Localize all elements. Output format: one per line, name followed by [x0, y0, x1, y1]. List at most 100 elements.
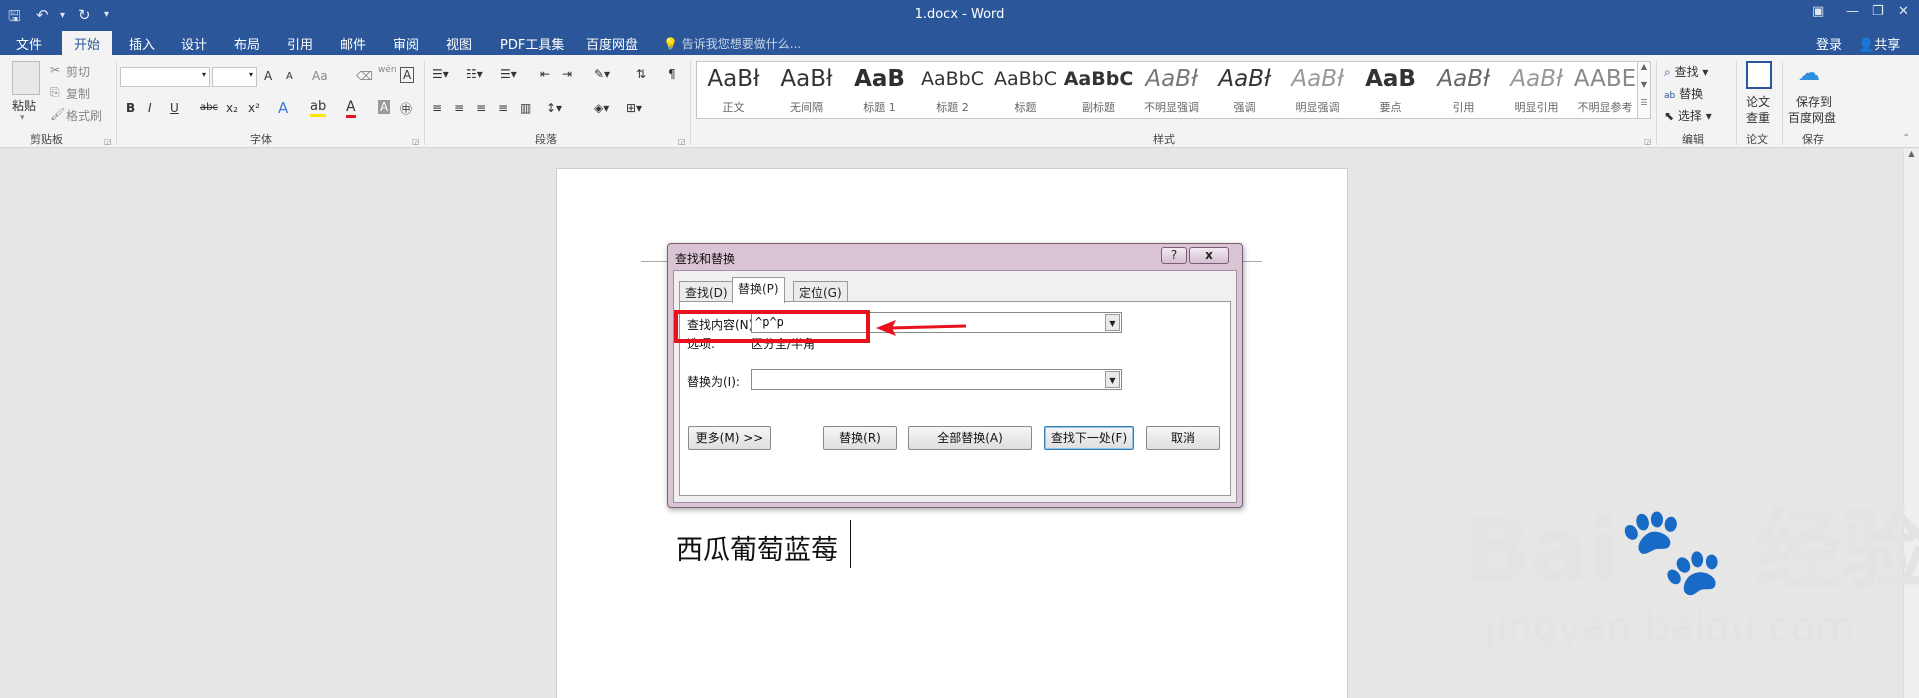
font-launcher-icon[interactable]: ◲	[412, 137, 420, 146]
collapse-ribbon-icon[interactable]: ⌃	[1902, 133, 1910, 144]
format-painter-button[interactable]: 格式刷	[66, 107, 102, 124]
close-icon[interactable]: ✕	[1898, 4, 1909, 19]
bold-icon[interactable]: B	[126, 101, 135, 115]
tell-me-box[interactable]: 💡 告诉我您想要做什么...	[663, 35, 801, 52]
copy-icon[interactable]: ⎘	[50, 85, 60, 100]
multilevel-list-icon[interactable]: ☰▾	[500, 67, 517, 81]
tab-pdf-tools[interactable]: PDF工具集	[500, 34, 564, 53]
shrink-font-icon[interactable]: A	[286, 71, 293, 82]
tab-home[interactable]: 开始	[62, 31, 113, 55]
char-shading-icon[interactable]: A	[378, 100, 391, 114]
ribbon-display-icon[interactable]: ▣	[1812, 4, 1824, 19]
find-what-dropdown-icon[interactable]: ▼	[1105, 314, 1120, 331]
style-item[interactable]: AaBł 正文	[697, 64, 770, 118]
paste-button[interactable]: 粘贴	[12, 97, 36, 114]
clipboard-launcher-icon[interactable]: ◲	[104, 137, 112, 146]
tab-replace[interactable]: 替换(P)	[732, 277, 785, 303]
style-item[interactable]: AaBł 强调	[1208, 64, 1281, 118]
paste-dropdown-icon[interactable]: ▾	[20, 113, 25, 123]
document-text[interactable]: 西瓜葡萄蓝莓	[676, 528, 838, 567]
tab-references[interactable]: 引用	[287, 34, 313, 53]
copy-button[interactable]: 复制	[66, 85, 90, 102]
tab-goto[interactable]: 定位(G)	[793, 281, 848, 302]
replace-button[interactable]: ab 替换	[1664, 85, 1703, 102]
tab-insert[interactable]: 插入	[129, 34, 155, 53]
char-border-icon[interactable]: A	[400, 67, 415, 83]
phonetic-guide-icon[interactable]: wén	[378, 65, 397, 75]
tab-file[interactable]: 文件	[16, 34, 42, 53]
font-name-dropdown-icon[interactable]: ▾	[202, 70, 206, 79]
help-button[interactable]: ?	[1161, 247, 1187, 264]
login-link[interactable]: 登录	[1816, 34, 1842, 53]
baidu-cloud-icon[interactable]: ☁	[1798, 61, 1820, 86]
paper-check-label-1[interactable]: 论文	[1746, 93, 1770, 110]
borders-icon[interactable]: ⊞▾	[626, 101, 642, 115]
format-painter-icon[interactable]: 🖌	[50, 107, 65, 121]
find-next-button[interactable]: 查找下一处(F)	[1044, 426, 1134, 450]
grow-font-icon[interactable]: A	[264, 69, 272, 83]
bullets-icon[interactable]: ☰▾	[432, 67, 449, 81]
style-item[interactable]: AaBł 引用	[1427, 64, 1500, 118]
tab-view[interactable]: 视图	[446, 34, 472, 53]
tab-review[interactable]: 审阅	[393, 34, 419, 53]
font-size-dropdown-icon[interactable]: ▾	[249, 70, 253, 79]
scroll-up-arrow-icon[interactable]: ▲	[1904, 149, 1919, 158]
style-item[interactable]: AaBbC 标题 2	[916, 64, 989, 118]
decrease-indent-icon[interactable]: ⇤	[540, 67, 550, 81]
cut-button[interactable]: 剪切	[66, 63, 90, 80]
restore-icon[interactable]: ❐	[1872, 4, 1884, 19]
select-button[interactable]: ⬉ 选择 ▾	[1664, 107, 1712, 124]
scroll-down-icon[interactable]: ▼	[1638, 80, 1650, 89]
paragraph-launcher-icon[interactable]: ◲	[678, 137, 686, 146]
strikethrough-icon[interactable]: abc	[200, 102, 218, 113]
text-effects-icon[interactable]: A	[278, 99, 288, 117]
align-right-icon[interactable]: ≡	[476, 101, 486, 115]
change-case-icon[interactable]: Aa	[312, 69, 328, 83]
replace-with-input[interactable]: ▼	[751, 369, 1122, 390]
style-item[interactable]: AaBł 明显引用	[1500, 64, 1573, 118]
numbering-icon[interactable]: ☷▾	[466, 67, 483, 81]
subscript-icon[interactable]: x₂	[226, 101, 238, 115]
tab-find[interactable]: 查找(D)	[679, 281, 734, 302]
highlight-icon[interactable]: ab	[310, 99, 327, 117]
tab-design[interactable]: 设计	[181, 34, 207, 53]
vertical-scrollbar[interactable]: ▲	[1903, 149, 1919, 698]
save-baidu-label-2[interactable]: 百度网盘	[1788, 109, 1836, 126]
show-marks-icon[interactable]: ¶	[668, 67, 676, 81]
justify-icon[interactable]: ≡	[498, 101, 508, 115]
style-item[interactable]: AaBł 无间隔	[770, 64, 843, 118]
save-baidu-label-1[interactable]: 保存到	[1796, 93, 1832, 110]
gallery-more-icon[interactable]: ☰	[1638, 98, 1650, 107]
font-color-icon[interactable]: A	[346, 99, 356, 118]
chinese-layout-icon[interactable]: ✎▾	[594, 67, 610, 81]
align-center-icon[interactable]: ≡	[454, 101, 464, 115]
cancel-button[interactable]: 取消	[1146, 426, 1220, 450]
sort-icon[interactable]: ⇅	[636, 67, 646, 81]
style-item[interactable]: AABE 不明显参考	[1573, 64, 1637, 118]
shading-icon[interactable]: ◈▾	[594, 101, 609, 115]
tab-baidu-netdisk[interactable]: 百度网盘	[586, 34, 638, 53]
replace-with-dropdown-icon[interactable]: ▼	[1105, 371, 1120, 388]
align-left-icon[interactable]: ≡	[432, 101, 442, 115]
distribute-icon[interactable]: ▥	[520, 101, 531, 115]
enclose-char-icon[interactable]: ㊥	[400, 100, 412, 117]
style-item[interactable]: AaBbC 标题	[989, 64, 1062, 118]
underline-icon[interactable]: U	[170, 101, 179, 115]
scroll-up-icon[interactable]: ▲	[1638, 62, 1650, 71]
style-item[interactable]: AaBbC 副标题	[1062, 64, 1135, 118]
style-item[interactable]: AaBł 不明显强调	[1135, 64, 1208, 118]
find-button[interactable]: ⌕ 查找 ▾	[1664, 63, 1708, 80]
replace-all-button[interactable]: 全部替换(A)	[908, 426, 1032, 450]
increase-indent-icon[interactable]: ⇥	[562, 67, 572, 81]
dialog-close-button[interactable]: x	[1189, 247, 1229, 264]
minimize-icon[interactable]: —	[1846, 4, 1859, 19]
tab-mailings[interactable]: 邮件	[340, 34, 366, 53]
style-item[interactable]: AaBł 明显强调	[1281, 64, 1354, 118]
line-spacing-icon[interactable]: ↕▾	[546, 101, 562, 115]
share-button[interactable]: 👤共享	[1858, 34, 1900, 53]
font-size-box[interactable]: ▾	[212, 67, 257, 87]
paper-check-label-2[interactable]: 查重	[1746, 109, 1770, 126]
clear-formatting-icon[interactable]: ⌫	[356, 69, 373, 83]
superscript-icon[interactable]: x²	[248, 101, 260, 115]
styles-scroll[interactable]: ▲ ▼ ☰	[1637, 61, 1651, 119]
